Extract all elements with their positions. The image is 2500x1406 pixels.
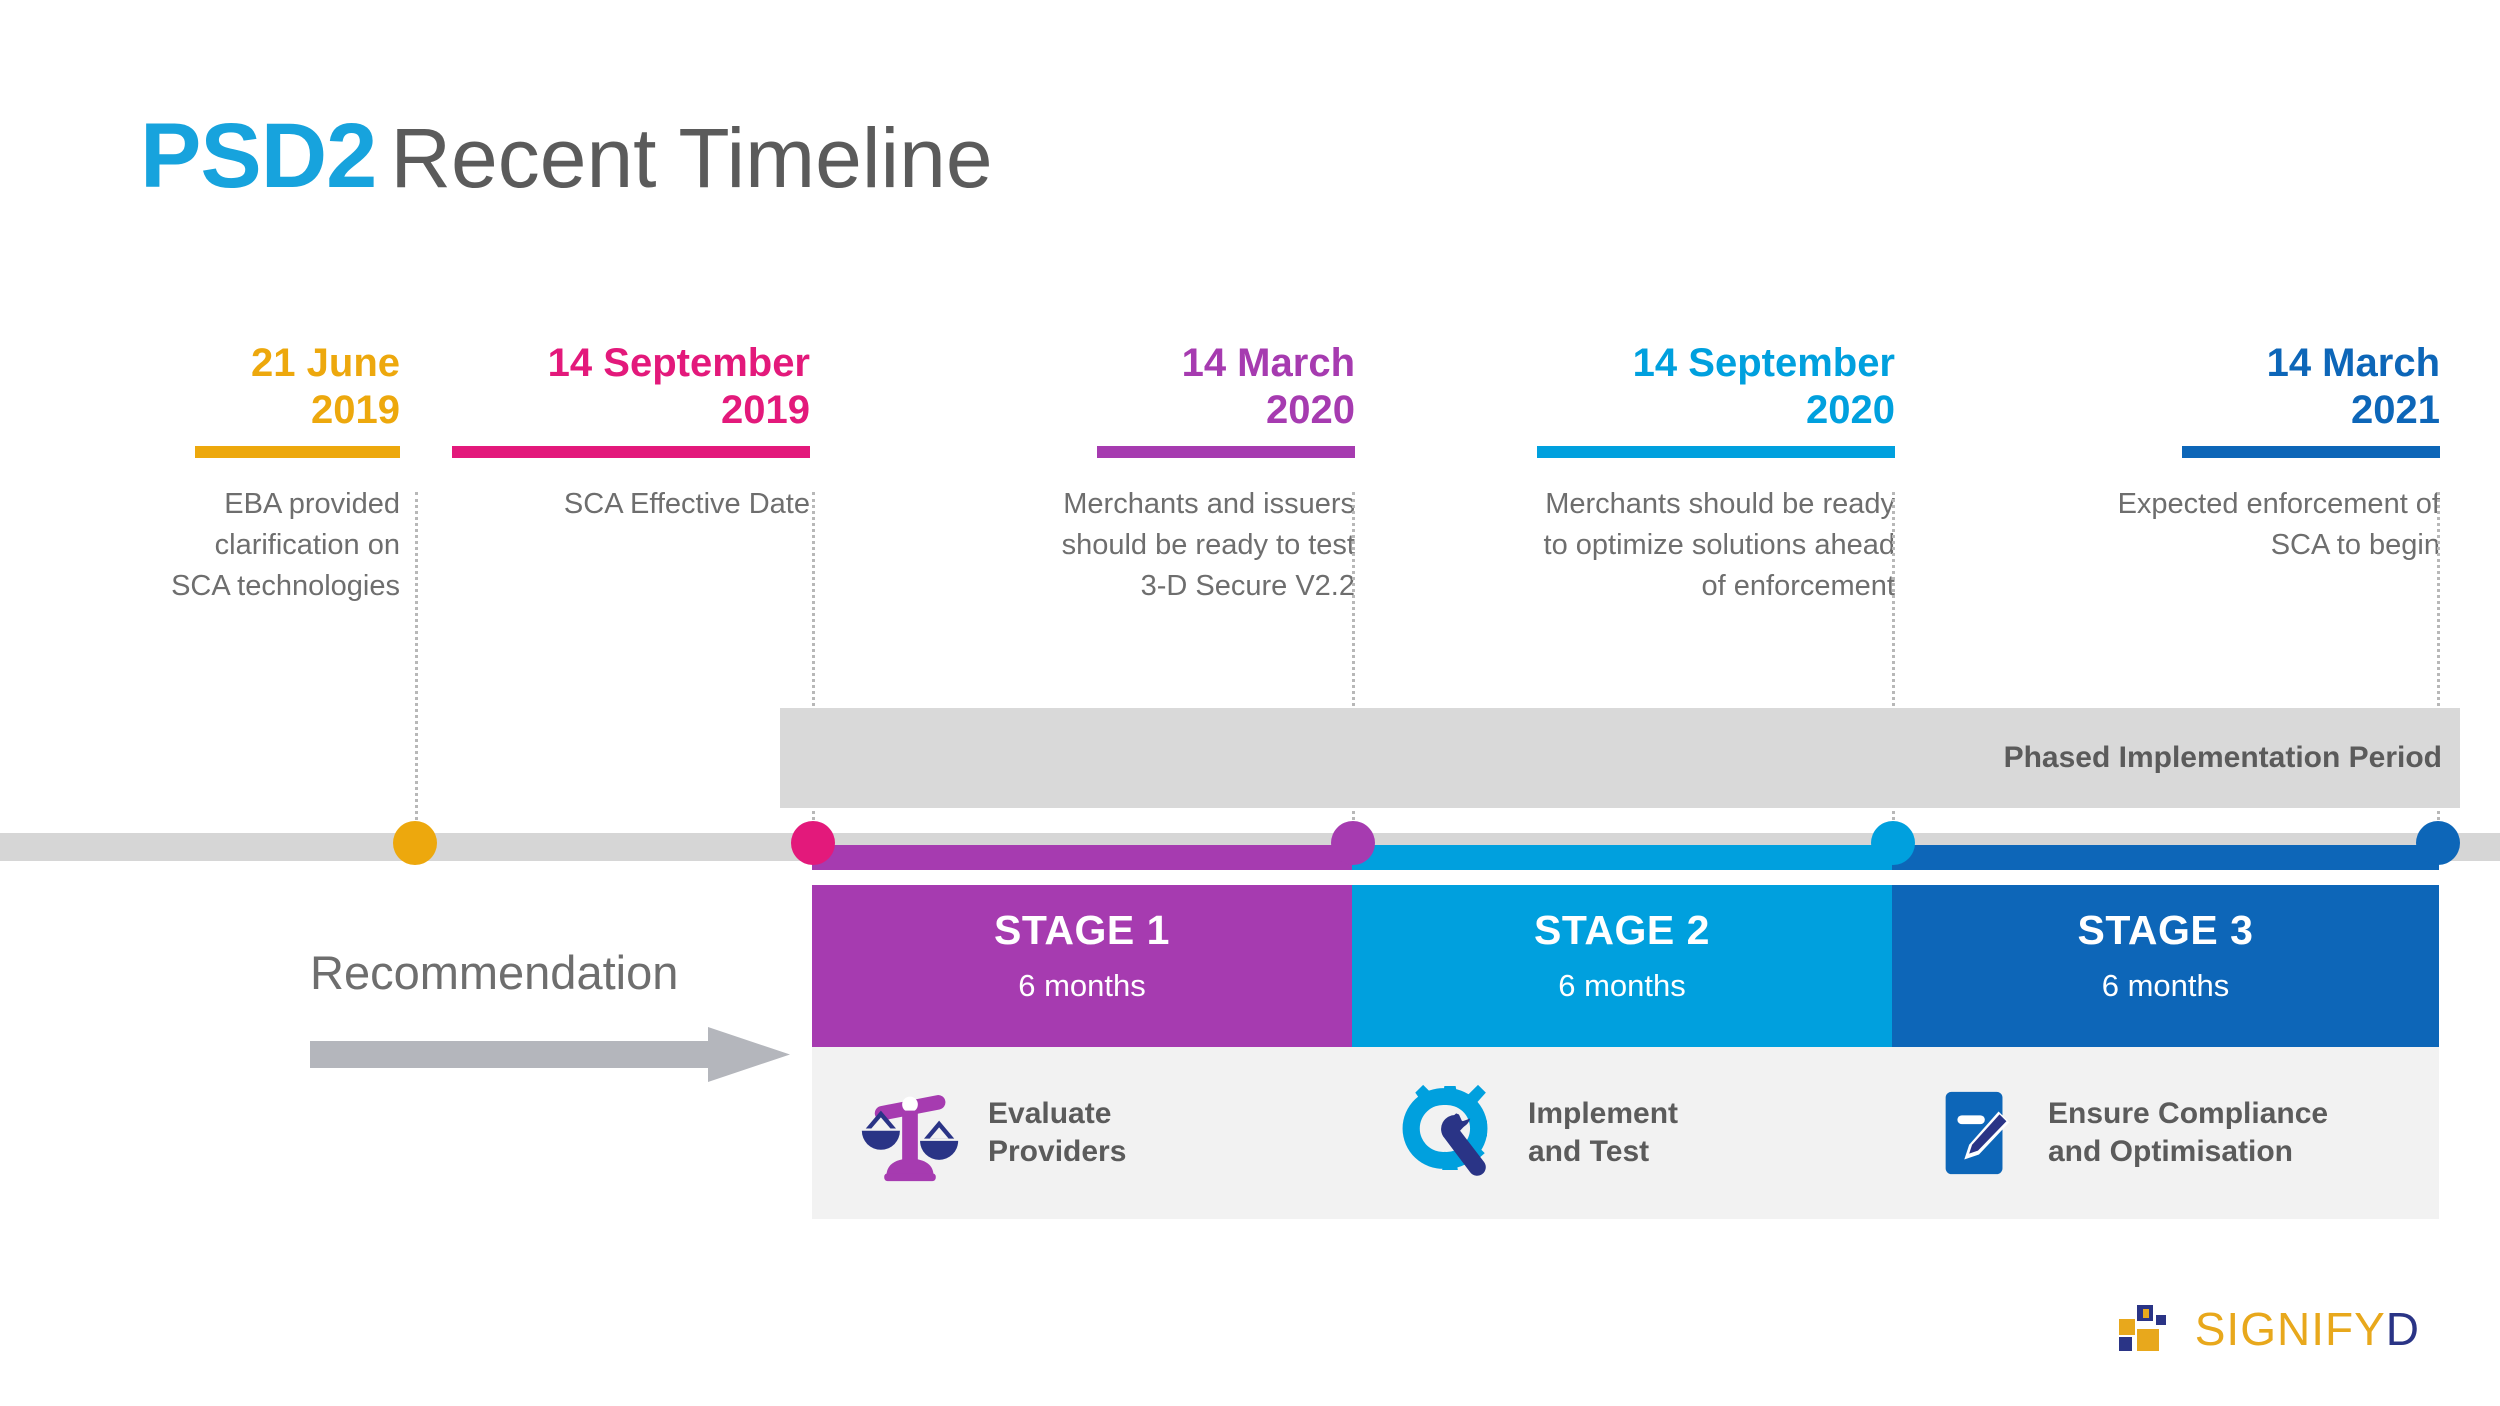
title-brand: PSD2 xyxy=(140,105,377,207)
milestone-date: 14 September 2020 xyxy=(1632,341,1895,432)
milestone-accent-bar xyxy=(2182,445,2440,458)
stage-duration: 6 months xyxy=(1558,968,1686,1003)
logo-text-main: SIGNIFY xyxy=(2194,1303,2386,1355)
signifyd-wordmark: SIGNIFYD xyxy=(2195,1302,2420,1356)
milestone-date: 14 March 2021 xyxy=(2266,341,2440,432)
stage-task-label: Ensure Compliance and Optimisation xyxy=(2048,1096,2329,1168)
milestone-description: EBA provided clarification on SCA techno… xyxy=(171,487,400,602)
scales-icon xyxy=(861,1095,959,1182)
milestone-2: 14 September 2019 SCA Effective Date xyxy=(440,340,810,525)
milestone-description: Expected enforcement of SCA to begin xyxy=(2117,487,2440,561)
stage-body: Evaluate Providers xyxy=(812,1047,1352,1219)
milestone-date: 14 March 2020 xyxy=(1181,341,1355,432)
milestone-3: 14 March 2020 Merchants and issuers shou… xyxy=(880,340,1355,607)
milestone-description: Merchants should be ready to optimize so… xyxy=(1543,487,1895,602)
stage-task-label: Implement and Test xyxy=(1528,1096,1679,1168)
stage-body: Implement and Test xyxy=(1352,1047,1892,1219)
milestone-accent-bar xyxy=(1537,445,1895,458)
timeline-dot-1[interactable] xyxy=(393,821,437,865)
stage-task-label: Evaluate Providers xyxy=(988,1096,1127,1168)
stage-duration: 6 months xyxy=(2101,968,2230,1003)
timeline-dot-5[interactable] xyxy=(2416,821,2460,865)
milestone-1: 21 June 2019 EBA provided clarification … xyxy=(140,340,400,607)
timeline-dot-4[interactable] xyxy=(1871,821,1915,865)
page-title: PSD2 Recent Timeline xyxy=(140,104,993,209)
milestone-4: 14 September 2020 Merchants should be re… xyxy=(1390,340,1895,607)
milestone-date: 21 June 2019 xyxy=(251,341,400,432)
timeline-slide: PSD2 Recent Timeline 21 June 2019 EBA pro… xyxy=(0,0,2500,1406)
stage-body: Ensure Compliance and Optimisation xyxy=(1892,1047,2439,1219)
stage-card-1[interactable]: STAGE 1 6 months Evaluate Providers xyxy=(812,885,1352,1219)
stage-duration: 6 months xyxy=(1018,968,1146,1003)
recommendation-label: Recommendation xyxy=(310,946,679,999)
logo-text-accent: D xyxy=(2385,1303,2420,1355)
stage-header: STAGE 1 6 months xyxy=(812,885,1352,1047)
timeline-segment-stage1 xyxy=(812,845,1354,870)
stage-title: STAGE 2 xyxy=(1534,907,1710,953)
stage-header: STAGE 3 6 months xyxy=(1892,885,2439,1047)
milestone-accent-bar xyxy=(195,445,400,458)
stage-header: STAGE 2 6 months xyxy=(1352,885,1892,1047)
milestone-description: Merchants and issuers should be ready to… xyxy=(1061,487,1355,602)
timeline-dot-2[interactable] xyxy=(791,821,835,865)
phased-implementation-band: Phased Implementation Period xyxy=(780,708,2460,808)
milestone-description: SCA Effective Date xyxy=(563,487,810,520)
stage-title: STAGE 3 xyxy=(2077,907,2254,953)
phased-implementation-label: Phased Implementation Period xyxy=(2003,741,2442,774)
milestone-accent-bar xyxy=(1097,445,1355,458)
timeline-dot-3[interactable] xyxy=(1331,821,1375,865)
recommendation-arrow-icon xyxy=(310,1027,790,1082)
gear-wrench-icon xyxy=(1402,1084,1488,1176)
timeline-segment-stage2 xyxy=(1352,845,1894,870)
milestone-5: 14 March 2021 Expected enforcement of SC… xyxy=(1975,340,2440,566)
milestone-accent-bar xyxy=(452,445,810,458)
timeline-segment-stage3 xyxy=(1892,845,2439,870)
stage-card-3[interactable]: STAGE 3 6 months Ensure Compliance and O… xyxy=(1892,885,2439,1219)
stage-card-2[interactable]: STAGE 2 6 months Implement and Test xyxy=(1352,885,1892,1219)
document-pencil-icon xyxy=(1945,1091,2010,1175)
stage-title: STAGE 1 xyxy=(994,907,1170,953)
signifyd-mark-icon xyxy=(2118,1305,2166,1351)
title-subtitle: Recent Timeline xyxy=(390,111,993,205)
milestone-date: 14 September 2019 xyxy=(547,341,810,432)
connector-line-1 xyxy=(415,492,418,832)
signifyd-logo: SIGNIFYD xyxy=(2118,1302,2420,1356)
